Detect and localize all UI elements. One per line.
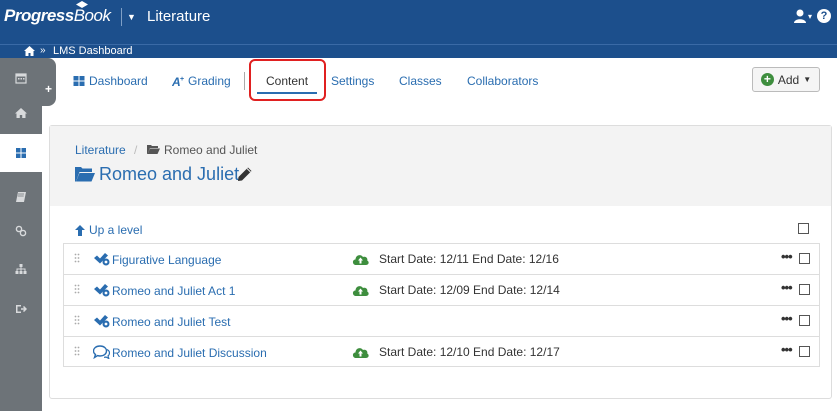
- add-button-label: Add: [777, 72, 800, 87]
- rail-item-sign-out[interactable]: [0, 293, 42, 325]
- user-menu-caret-icon[interactable]: ▾: [808, 12, 812, 21]
- cloud-upload-icon[interactable]: [352, 284, 369, 296]
- item-dates: Start Date: 12/11 End Date: 12/16: [379, 252, 559, 266]
- content-tab-highlight-box: [249, 59, 326, 101]
- rail-item-calendar[interactable]: [0, 62, 42, 94]
- item-dates: Start Date: 12/09 End Date: 12/14: [379, 283, 560, 297]
- drag-handle-icon[interactable]: [74, 346, 80, 356]
- add-button[interactable]: + Add ▼: [752, 67, 820, 92]
- svg-text:+: +: [180, 76, 184, 83]
- item-name-link[interactable]: Figurative Language: [112, 253, 221, 267]
- rail-expand-tab[interactable]: +: [42, 58, 56, 106]
- pencil-icon[interactable]: [237, 166, 253, 182]
- lms-dashboard-link[interactable]: LMS Dashboard: [53, 45, 133, 57]
- item-name-link[interactable]: Romeo and Juliet Discussion: [112, 346, 267, 360]
- logo-text-progress: Progress: [4, 6, 74, 25]
- home-icon[interactable]: [24, 46, 35, 56]
- list-item: Romeo and Juliet Discussion Start Date: …: [63, 336, 820, 367]
- home-icon: [15, 108, 27, 118]
- breadcrumb-literature-link[interactable]: Literature: [75, 143, 126, 157]
- cloud-upload-icon[interactable]: [352, 253, 369, 265]
- rail-item-link[interactable]: [0, 215, 42, 247]
- dashboard-grid-icon: [73, 76, 85, 86]
- help-icon[interactable]: ?: [817, 9, 831, 23]
- item-dates: Start Date: 12/10 End Date: 12/17: [379, 345, 560, 359]
- breadcrumb-current: Romeo and Juliet: [164, 143, 258, 157]
- lms-breadcrumb-bar: » LMS Dashboard: [0, 44, 837, 58]
- nav-divider: [244, 72, 245, 90]
- logo-text-book: Book: [73, 6, 111, 25]
- arrow-up-icon: [75, 224, 85, 236]
- page-title: Romeo and Juliet: [99, 164, 240, 184]
- user-icon[interactable]: [793, 8, 809, 24]
- drag-handle-icon[interactable]: [74, 253, 80, 263]
- sign-out-icon: [16, 305, 27, 313]
- grade-a-plus-icon: A +: [172, 75, 184, 87]
- up-a-level-link[interactable]: Up a level: [75, 223, 142, 237]
- breadcrumb-separator: »: [40, 45, 46, 56]
- cloud-upload-icon[interactable]: [352, 346, 369, 358]
- folder-open-icon: [147, 145, 160, 154]
- item-name-link[interactable]: Romeo and Juliet Test: [112, 315, 231, 329]
- assessment-check-icon: [94, 315, 110, 328]
- calendar-icon: [15, 73, 27, 84]
- link-icon: [15, 225, 27, 237]
- course-title[interactable]: Literature: [147, 8, 210, 25]
- course-menu-caret-icon[interactable]: ▼: [127, 12, 136, 22]
- tab-classes[interactable]: Classes: [399, 74, 442, 88]
- tab-grading-label: Grading: [188, 74, 231, 88]
- list-item: Romeo and Juliet Test •••: [63, 305, 820, 336]
- sitemap-icon: [15, 264, 27, 274]
- content-list: Figurative Language Start Date: 12/11 En…: [63, 243, 820, 367]
- item-checkbox[interactable]: [799, 315, 810, 326]
- more-options-icon[interactable]: •••: [781, 249, 793, 264]
- item-checkbox[interactable]: [799, 284, 810, 295]
- dashboard-grid-icon: [16, 148, 26, 158]
- top-bar: ProgressBook ▼ Literature ▾ ?: [0, 0, 837, 44]
- assessment-check-icon: [94, 253, 110, 266]
- tab-collaborators-label: Collaborators: [467, 74, 539, 88]
- rail-item-home[interactable]: [0, 97, 42, 129]
- plus-circle-icon: +: [760, 73, 774, 86]
- breadcrumb-separator: /: [134, 143, 138, 157]
- item-checkbox[interactable]: [799, 346, 810, 357]
- list-item: Romeo and Juliet Act 1 Start Date: 12/09…: [63, 274, 820, 305]
- tab-classes-label: Classes: [399, 74, 442, 88]
- rail-expand-icon: +: [45, 82, 53, 96]
- rail-item-dashboard[interactable]: [0, 134, 42, 172]
- discussion-comments-icon: [93, 345, 110, 359]
- list-item: Figurative Language Start Date: 12/11 En…: [63, 243, 820, 274]
- folder-open-icon: [75, 167, 95, 182]
- item-checkbox[interactable]: [799, 253, 810, 264]
- tab-grading[interactable]: A + Grading: [172, 74, 231, 88]
- tab-settings[interactable]: Settings: [331, 74, 374, 88]
- item-name-link[interactable]: Romeo and Juliet Act 1: [112, 284, 235, 298]
- rail-item-book[interactable]: [0, 181, 42, 213]
- tab-settings-label: Settings: [331, 74, 375, 88]
- tab-dashboard[interactable]: Dashboard: [73, 74, 148, 88]
- more-options-icon[interactable]: •••: [781, 342, 793, 357]
- select-all-checkbox[interactable]: [798, 223, 809, 234]
- more-options-icon[interactable]: •••: [781, 311, 793, 326]
- drag-handle-icon[interactable]: [74, 315, 80, 325]
- tab-dashboard-label: Dashboard: [89, 74, 148, 88]
- drag-handle-icon[interactable]: [74, 284, 80, 294]
- book-icon: [16, 192, 26, 202]
- tab-collaborators[interactable]: Collaborators: [467, 74, 538, 88]
- assessment-check-icon: [94, 284, 110, 297]
- up-a-level-label: Up a level: [89, 223, 143, 237]
- more-options-icon[interactable]: •••: [781, 280, 793, 295]
- rail-item-sitemap[interactable]: [0, 253, 42, 285]
- chevron-down-icon: ▼: [803, 75, 812, 84]
- progressbook-logo[interactable]: ProgressBook: [4, 1, 111, 26]
- header-divider: [121, 8, 122, 26]
